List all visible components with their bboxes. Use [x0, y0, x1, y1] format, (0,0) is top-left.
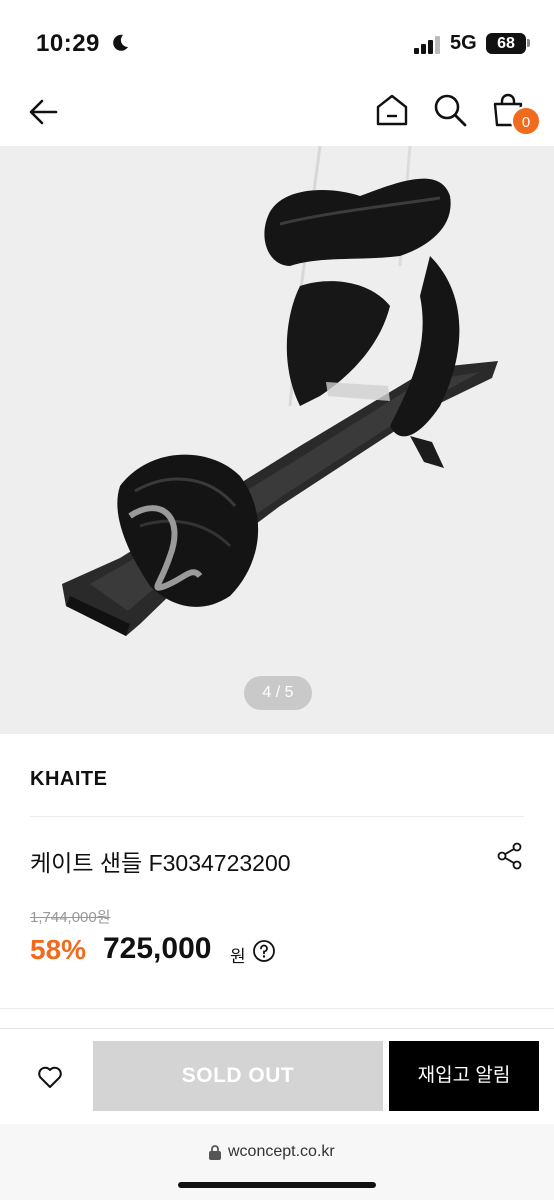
- discount-rate: 58%: [30, 934, 87, 965]
- original-price: 1,744,000원: [30, 909, 111, 926]
- divider: [30, 816, 524, 817]
- help-icon[interactable]: [252, 939, 276, 963]
- home-indicator: [178, 1182, 376, 1188]
- url-text: wconcept.co.kr: [228, 1143, 335, 1160]
- image-pager: 4 / 5: [244, 676, 312, 710]
- signal-icon: [414, 36, 440, 54]
- moon-icon: [113, 34, 128, 51]
- product-image-gallery[interactable]: 4 / 5: [0, 146, 554, 734]
- search-icon[interactable]: [432, 92, 468, 128]
- share-icon[interactable]: [496, 842, 524, 870]
- back-arrow-icon[interactable]: [26, 94, 62, 130]
- status-bar: 10:29 5G 68: [0, 0, 554, 80]
- price-currency: 원: [230, 947, 246, 966]
- battery-level: 68: [486, 33, 526, 54]
- browser-url-bar[interactable]: wconcept.co.kr: [0, 1124, 554, 1200]
- product-name: 케이트 샌들 F3034723200: [30, 850, 291, 876]
- top-nav: 0: [0, 80, 554, 146]
- sold-out-button[interactable]: SOLD OUT: [93, 1041, 383, 1111]
- network-type: 5G: [450, 32, 477, 54]
- home-icon[interactable]: [374, 92, 410, 128]
- restock-alert-button[interactable]: 재입고 알림: [389, 1041, 539, 1111]
- divider: [0, 1008, 554, 1009]
- lock-icon: [209, 1145, 221, 1160]
- sale-price: 725,000: [103, 932, 212, 965]
- status-time: 10:29: [36, 30, 100, 57]
- battery-tip: [527, 39, 530, 47]
- cart-count-badge: 0: [511, 106, 541, 136]
- heart-icon[interactable]: [36, 1063, 64, 1091]
- product-image: [62, 146, 498, 636]
- brand-name[interactable]: KHAITE: [30, 768, 107, 791]
- bottom-action-bar: SOLD OUT 재입고 알림: [0, 1028, 554, 1124]
